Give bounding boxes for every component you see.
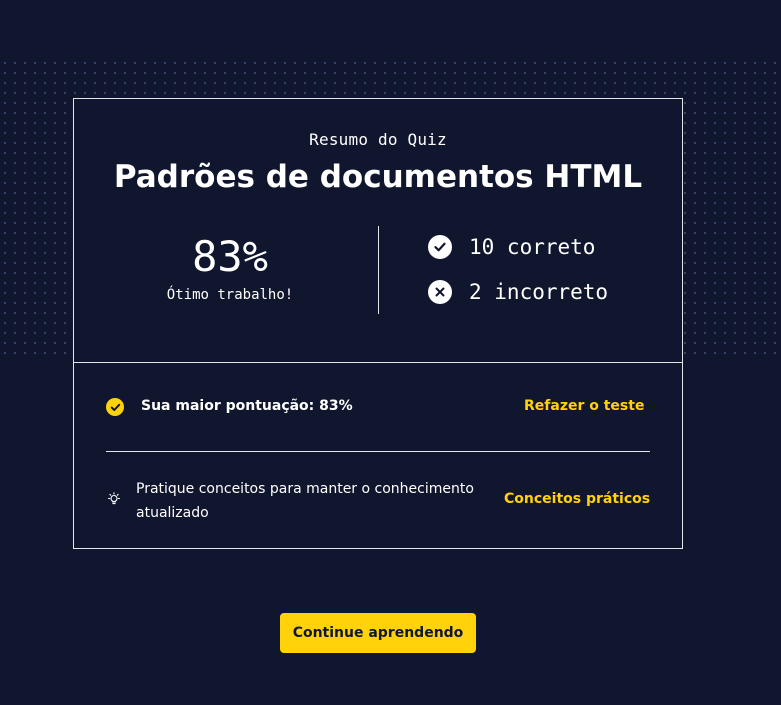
retake-quiz-link[interactable]: Refazer o teste	[524, 398, 644, 414]
correct-count-row: 10 correto	[428, 235, 595, 259]
correct-count-label: 10 correto	[469, 235, 596, 259]
practice-text: Pratique conceitos para manter o conheci…	[136, 481, 474, 521]
section-divider	[106, 451, 650, 452]
best-score-text: Sua maior pontuação: 83%	[141, 398, 353, 414]
incorrect-count-label: 2 incorreto	[469, 280, 609, 304]
check-circle-icon	[428, 235, 452, 259]
x-circle-icon	[428, 280, 452, 304]
practice-concepts-link[interactable]: Conceitos práticos	[504, 491, 650, 507]
summary-card: Resumo do Quiz Padrões de documentos HTM…	[73, 98, 683, 549]
continue-learning-button[interactable]: Continue aprendendo	[280, 613, 476, 653]
yellow-check-icon	[106, 398, 124, 416]
summary-eyebrow: Resumo do Quiz	[309, 130, 447, 149]
summary-card-header: Resumo do Quiz Padrões de documentos HTM…	[74, 99, 682, 363]
incorrect-count-row: 2 incorreto	[428, 280, 608, 304]
score-message: Ótimo trabalho!	[166, 287, 294, 303]
score-block: 83% Ótimo trabalho!	[114, 231, 346, 303]
vertical-divider	[378, 226, 379, 314]
quiz-summary-page: Resumo do Quiz Padrões de documentos HTM…	[0, 0, 781, 705]
quiz-title: Padrões de documentos HTML	[113, 159, 643, 195]
lightbulb-icon	[107, 492, 121, 506]
score-percent: 83%	[192, 232, 268, 281]
